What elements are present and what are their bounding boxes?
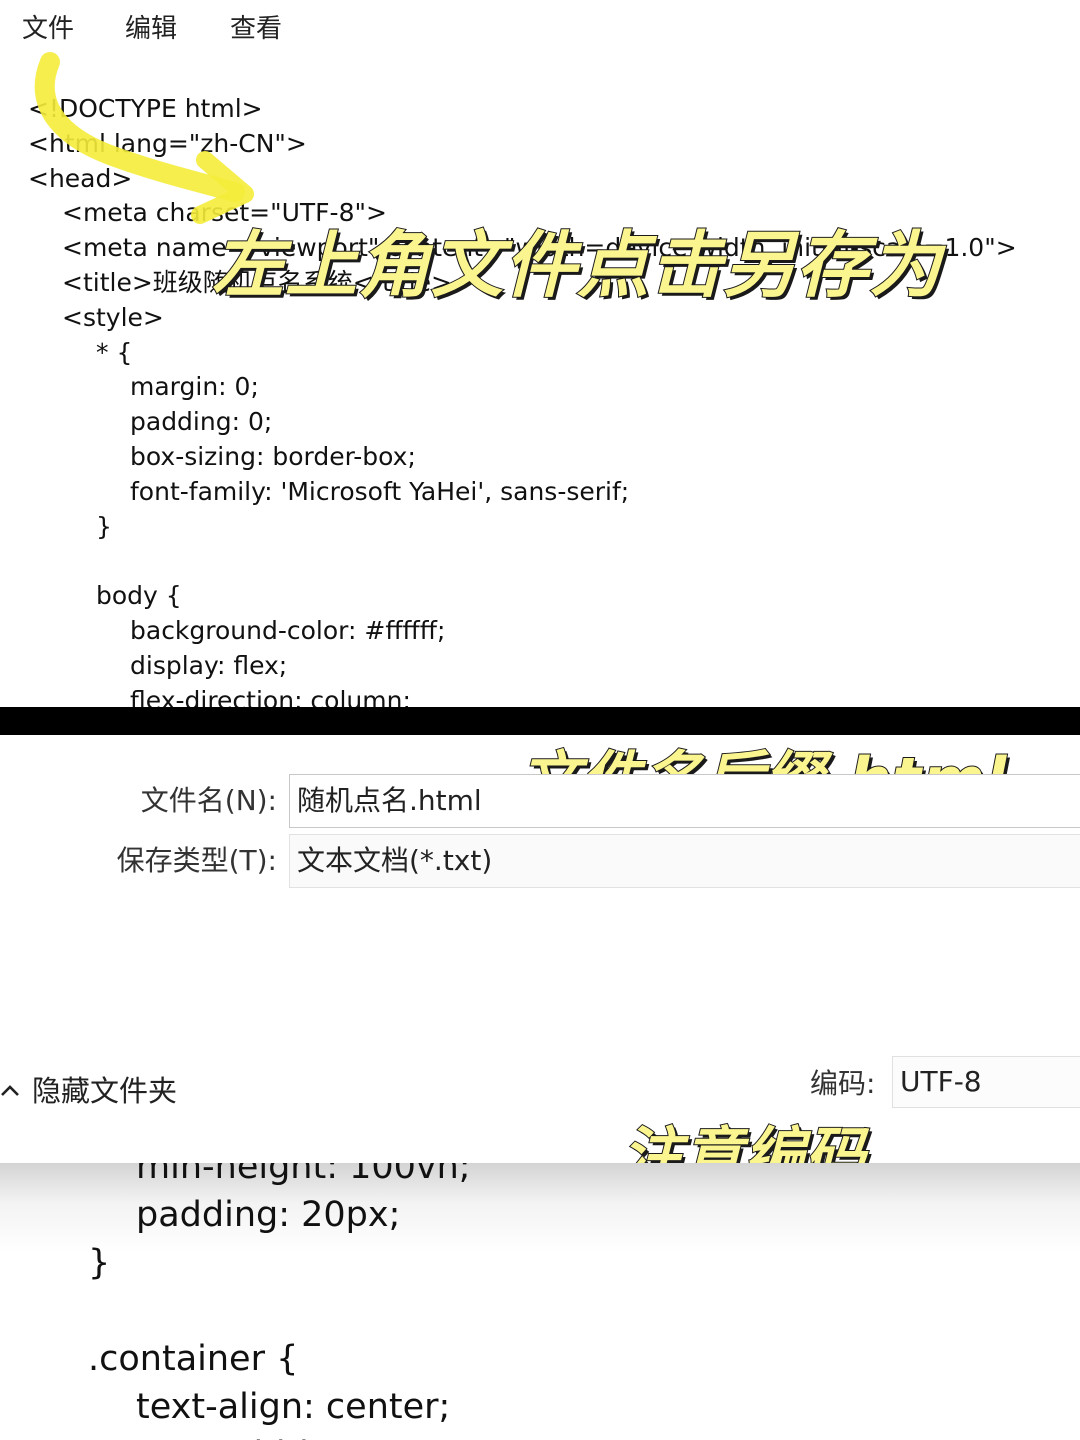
code-line: padding: 20px; [136, 1195, 401, 1235]
zoomed-code-view: min-height: 100vh; padding: 20px; } .con… [0, 1163, 1080, 1440]
code-line: text-align: center; [136, 1387, 451, 1427]
notepad-editor: 文件 编辑 查看 <!DOCTYPE html> <html lang="zh-… [0, 0, 1080, 707]
code-line: min-height: 100vh; [136, 1163, 471, 1187]
code-line: .container { [88, 1339, 299, 1379]
caption-save-as: 左上角文件点击另存为 [211, 222, 943, 308]
code-line: max-width: 800px; [88, 1431, 471, 1440]
encoding-select[interactable]: UTF-8 [892, 1056, 1080, 1108]
code-line: } [88, 1243, 111, 1283]
caption-encoding-note: 注意编码 [621, 1120, 866, 1163]
filename-label: 文件名(N): [140, 784, 277, 817]
chevron-up-icon [0, 1073, 32, 1113]
savetype-select[interactable]: 文本文档(*.txt) [289, 834, 1080, 888]
savetype-label: 保存类型(T): [116, 844, 277, 877]
zoomed-code-text: min-height: 100vh; padding: 20px; } .con… [88, 1163, 471, 1440]
encoding-label: 编码: [810, 1067, 876, 1100]
hide-folders-label: 隐藏文件夹 [32, 1074, 178, 1108]
filename-input[interactable]: 随机点名.html [289, 774, 1080, 828]
panel-divider [0, 707, 1080, 735]
save-as-dialog: 文件名后缀.html 文件名(N): 随机点名.html 保存类型(T): 文本… [0, 735, 1080, 1163]
hide-folders-button[interactable]: 隐藏文件夹 [0, 1071, 177, 1111]
curved-arrow-icon [34, 52, 254, 224]
